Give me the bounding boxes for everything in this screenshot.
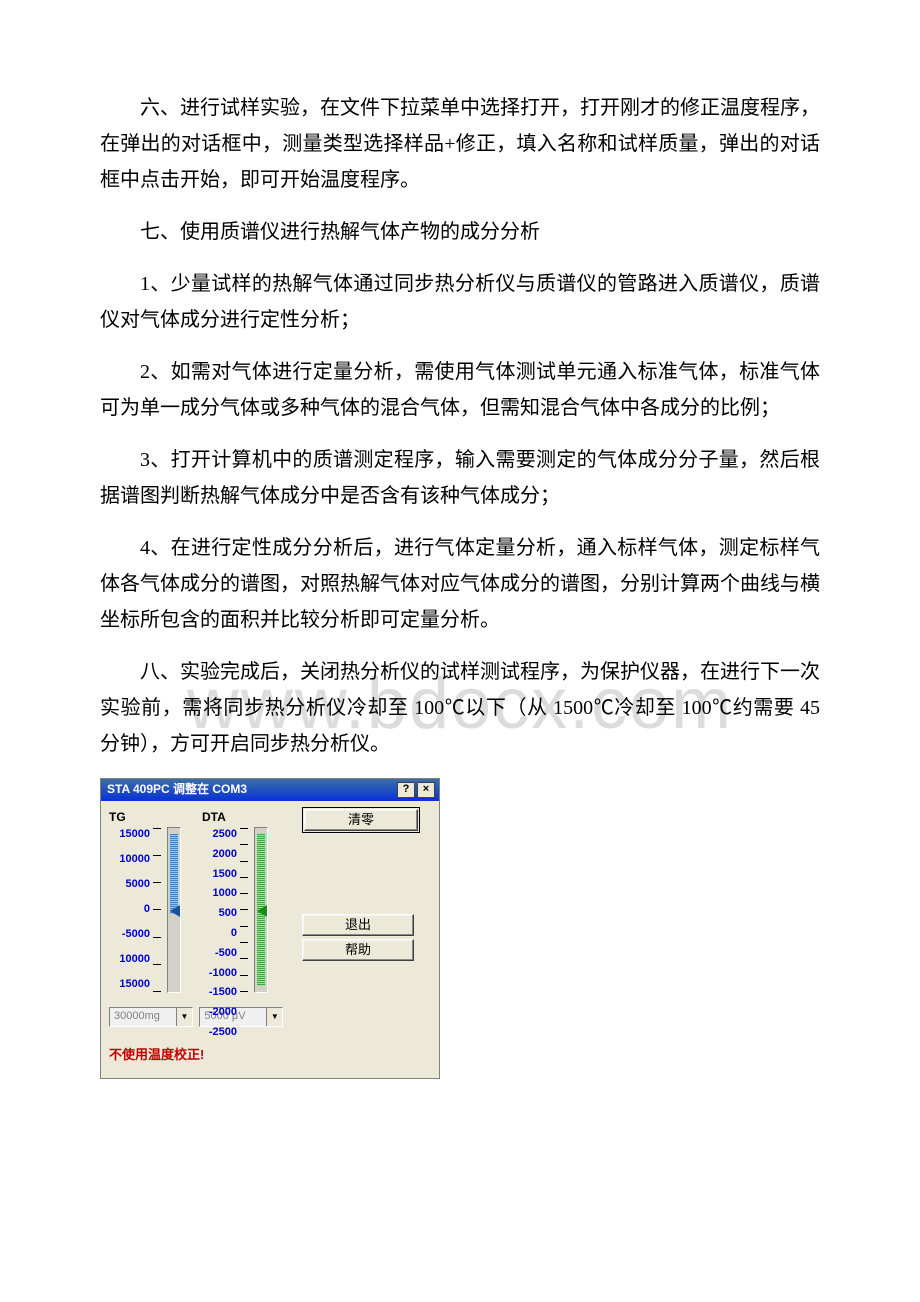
calibration-status: 不使用温度校正! [109,1043,431,1068]
tg-axis-labels: 15000 10000 5000 0 -5000 10000 15000 [109,825,153,995]
tg-slider[interactable] [167,827,181,993]
paragraph: 六、进行试样实验，在文件下拉菜单中选择打开，打开刚才的修正温度程序，在弹出的对话… [100,90,820,198]
clear-button[interactable]: 清零 [304,809,418,831]
tg-tick: 15000 [109,825,150,845]
tg-tick: -5000 [109,925,150,945]
dta-tick: -1000 [202,964,237,984]
dta-tick: 1500 [202,865,237,885]
tg-tick: 0 [109,900,150,920]
help-button[interactable]: 帮助 [302,939,414,961]
paragraph: 3、打开计算机中的质谱测定程序，输入需要测定的气体成分分子量，然后根据谱图判断热… [100,442,820,514]
dta-slider-thumb[interactable] [253,906,271,916]
dialog-titlebar: STA 409PC 调整在 COM3 ? × [101,779,439,801]
tg-range-value: 30000mg [110,1008,176,1026]
tg-slider-thumb[interactable] [166,906,184,916]
chevron-down-icon[interactable]: ▼ [266,1008,282,1026]
paragraph: 4、在进行定性成分分析后，进行气体定量分析，通入标样气体，测定标样气体各气体成分… [100,530,820,638]
document-body: 六、进行试样实验，在文件下拉菜单中选择打开，打开刚才的修正温度程序，在弹出的对话… [100,90,820,1079]
tg-tick: 10000 [109,850,150,870]
paragraph: 2、如需对气体进行定量分析，需使用气体测试单元通入标准气体，标准气体可为单一成分… [100,354,820,426]
paragraph: 七、使用质谱仪进行热解气体产物的成分分析 [100,214,820,250]
tg-tick: 5000 [109,875,150,895]
dta-tick: 2000 [202,845,237,865]
chevron-down-icon[interactable]: ▼ [176,1008,192,1026]
dta-tick: 500 [202,904,237,924]
tg-tick-marks [153,825,167,995]
dta-column-label: DTA [202,807,302,825]
sta-adjust-dialog: STA 409PC 调整在 COM3 ? × TG 15000 10000 50 [100,778,440,1079]
titlebar-help-button[interactable]: ? [397,782,415,798]
dta-tick-marks [240,825,254,995]
dta-tick: -1500 [202,983,237,1003]
exit-button[interactable]: 退出 [302,914,414,936]
dialog-title: STA 409PC 调整在 COM3 [105,779,247,801]
dta-tick: -2500 [202,1023,237,1043]
dta-axis-labels: 2500 2000 1500 1000 500 0 -500 -1000 -15… [202,825,240,995]
dta-tick: 0 [202,924,237,944]
titlebar-close-button[interactable]: × [417,782,435,798]
dta-tick: 1000 [202,884,237,904]
dta-tick: -2000 [202,1003,237,1023]
tg-tick: 10000 [109,950,150,970]
tg-range-select[interactable]: 30000mg ▼ [109,1007,193,1027]
dta-tick: -500 [202,944,237,964]
dta-slider[interactable] [254,827,268,993]
dta-tick: 2500 [202,825,237,845]
tg-column-label: TG [109,807,202,825]
tg-tick: 15000 [109,975,150,995]
paragraph: 八、实验完成后，关闭热分析仪的试样测试程序，为保护仪器，在进行下一次实验前，需将… [100,654,820,762]
paragraph: 1、少量试样的热解气体通过同步热分析仪与质谱仪的管路进入质谱仪，质谱仪对气体成分… [100,266,820,338]
